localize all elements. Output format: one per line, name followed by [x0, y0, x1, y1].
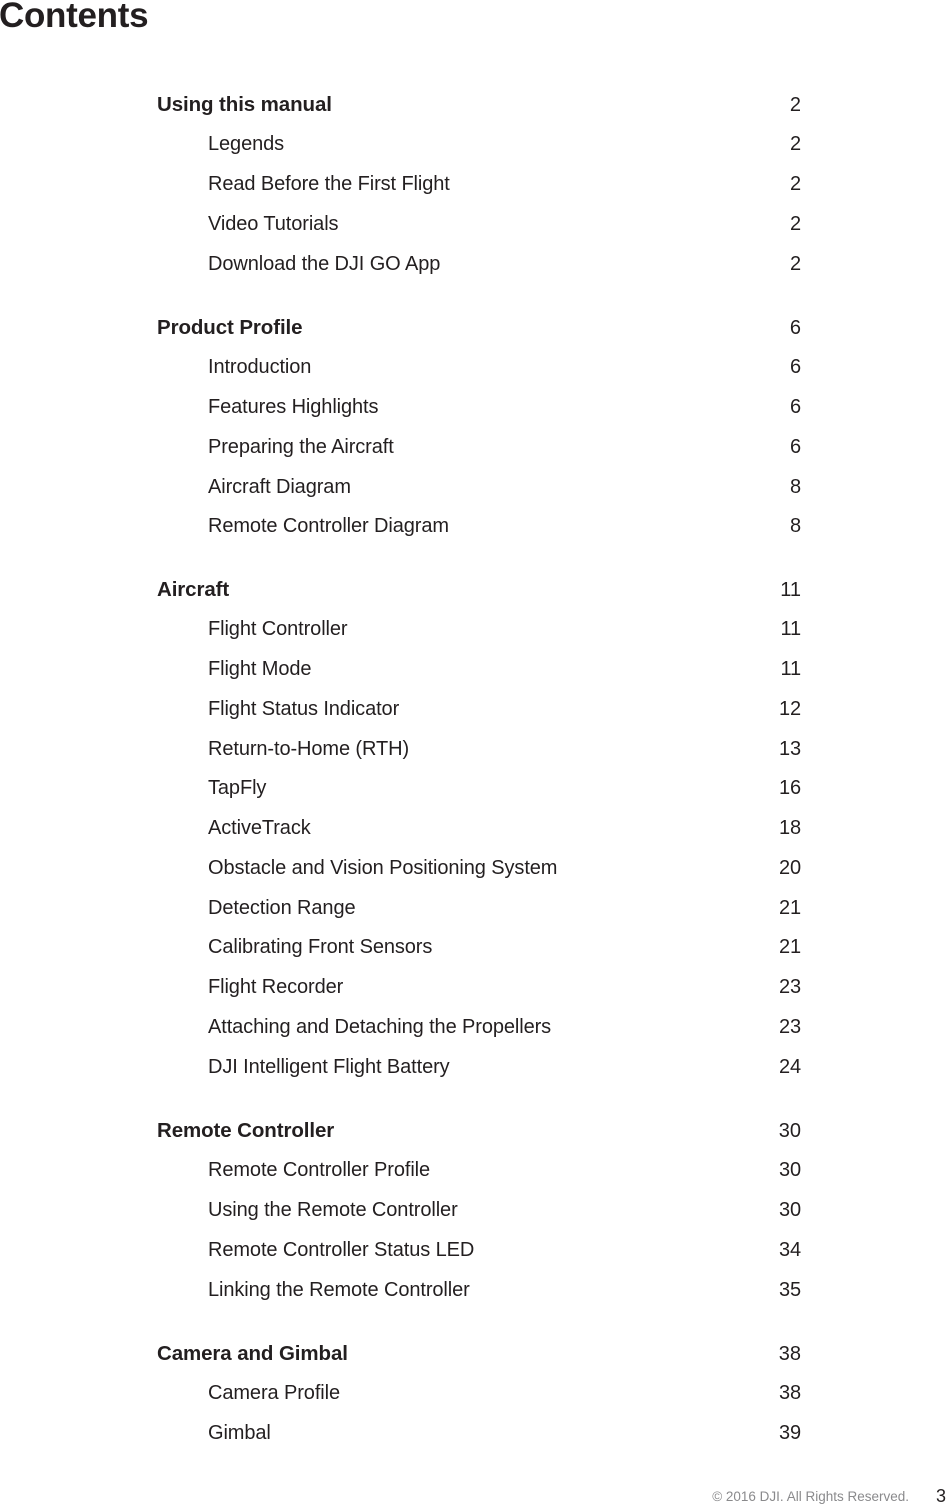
toc-entry-title: Camera Profile [208, 1382, 340, 1405]
toc-section-page: 11 [780, 578, 801, 601]
toc-entry-page: 30 [778, 1159, 801, 1182]
toc-entry[interactable]: Camera Profile 38 [208, 1380, 801, 1408]
toc-entry[interactable]: Flight Controller 11 [208, 616, 801, 644]
page-number: 3 [935, 1486, 946, 1506]
toc-entry-title: Flight Mode [208, 658, 312, 680]
toc-entry-title: Legends [208, 133, 285, 156]
toc-entry-page: 38 [778, 1382, 801, 1405]
toc-section-title: Camera and Gimbal [157, 1342, 348, 1365]
toc-section-page: 6 [789, 316, 801, 339]
toc-entry[interactable]: Remote Controller Status LED 34 [208, 1236, 801, 1264]
toc-entry-page: 6 [789, 396, 801, 418]
toc-entry-title: Flight Controller [208, 618, 348, 641]
toc-entry-page: 21 [778, 896, 801, 919]
toc-entry[interactable]: Aircraft Diagram 8 [208, 473, 801, 501]
toc-entry-page: 39 [778, 1422, 801, 1444]
toc-entry[interactable]: Detection Range 21 [208, 894, 801, 922]
toc-section-page: 38 [778, 1342, 801, 1365]
toc-entry[interactable]: Legends 2 [208, 131, 801, 159]
toc-entry-title: Gimbal [208, 1422, 271, 1444]
toc-entry-page: 30 [778, 1199, 801, 1221]
toc-entry-page: 6 [789, 356, 801, 379]
toc-entry-title: Return-to-Home (RTH) [208, 737, 409, 760]
toc-entry-title: Calibrating Front Sensors [208, 936, 433, 959]
toc-section-page: 30 [778, 1119, 801, 1142]
toc-section-title: Aircraft [157, 578, 230, 601]
toc-entry-title: Flight Status Indicator [208, 697, 400, 720]
toc-entry-title: Aircraft Diagram [208, 475, 351, 498]
toc-entry[interactable]: Linking the Remote Controller 35 [208, 1276, 801, 1304]
toc-section[interactable]: Aircraft 11 [157, 576, 801, 604]
toc-entry[interactable]: Features Highlights 6 [208, 394, 801, 422]
toc-entry-title: Preparing the Aircraft [208, 435, 394, 458]
toc-entry[interactable]: Read Before the First Flight 2 [208, 171, 801, 199]
toc-entry-title: Introduction [208, 356, 312, 379]
toc-entry-page: 2 [789, 252, 801, 275]
toc-entry-page: 12 [778, 697, 801, 720]
toc-entry-page: 2 [789, 133, 801, 156]
toc-entry[interactable]: Flight Mode 11 [208, 656, 801, 684]
toc-entry-title: Using the Remote Controller [208, 1199, 458, 1221]
toc-entry[interactable]: Return-to-Home (RTH) 13 [208, 735, 801, 763]
toc-entry-title: DJI Intelligent Flight Battery [208, 1055, 450, 1078]
toc-entry-title: Features Highlights [208, 396, 379, 418]
toc-entry-page: 16 [778, 777, 801, 800]
toc-entry[interactable]: Download the DJI GO App 2 [208, 250, 801, 278]
toc-entry-title: Remote Controller Diagram [208, 515, 449, 538]
toc-entry-title: Linking the Remote Controller [208, 1278, 470, 1301]
toc-entry-page: 23 [778, 976, 801, 998]
toc-entry[interactable]: Remote Controller Profile 30 [208, 1157, 801, 1185]
toc-entry[interactable]: DJI Intelligent Flight Battery 24 [208, 1053, 801, 1081]
toc-entry-title: ActiveTrack [208, 817, 311, 839]
toc-entry[interactable]: ActiveTrack 18 [208, 815, 801, 843]
toc-section[interactable]: Product Profile 6 [157, 314, 801, 342]
toc-entry-title: Detection Range [208, 896, 356, 919]
toc-entry-page: 2 [789, 212, 801, 235]
toc-entry-page: 21 [778, 936, 801, 959]
toc-entry[interactable]: Calibrating Front Sensors 21 [208, 934, 801, 962]
toc-entry-page: 8 [789, 515, 801, 538]
toc-entry[interactable]: Flight Status Indicator 12 [208, 695, 801, 723]
toc-entry-page: 34 [778, 1238, 801, 1261]
toc-entry[interactable]: Preparing the Aircraft 6 [208, 433, 801, 461]
toc-entry-page: 2 [789, 173, 801, 195]
toc-entry-page: 11 [780, 618, 801, 641]
toc-entry-title: Download the DJI GO App [208, 252, 441, 275]
toc-entry-title: Video Tutorials [208, 212, 339, 235]
toc-entry-title: Read Before the First Flight [208, 173, 450, 195]
toc-entry[interactable]: Obstacle and Vision Positioning System 20 [208, 854, 801, 882]
toc-entry[interactable]: Remote Controller Diagram 8 [208, 513, 801, 541]
toc-section[interactable]: Using this manual 2 [157, 91, 801, 119]
copyright-notice: © 2016 DJI. All Rights Reserved. [712, 1489, 909, 1504]
toc-section-title: Using this manual [157, 93, 332, 116]
toc-entry-page: 18 [778, 817, 801, 839]
toc-entry-title: Flight Recorder [208, 976, 344, 998]
toc-entry-page: 24 [778, 1055, 801, 1078]
toc-entry-page: 20 [778, 856, 801, 879]
toc-entry[interactable]: Introduction 6 [208, 354, 801, 382]
toc-entry-page: 11 [780, 658, 801, 680]
toc-section[interactable]: Remote Controller 30 [157, 1117, 801, 1145]
toc-entry[interactable]: Attaching and Detaching the Propellers 23 [208, 1013, 801, 1041]
toc-entry-page: 8 [789, 475, 801, 498]
toc-entry[interactable]: Using the Remote Controller 30 [208, 1197, 801, 1225]
toc-entry-page: 6 [789, 435, 801, 458]
toc-entry[interactable]: Flight Recorder 23 [208, 974, 801, 1002]
toc-section[interactable]: Camera and Gimbal 38 [157, 1340, 801, 1368]
toc-section-title: Remote Controller [157, 1119, 335, 1142]
toc-entry[interactable]: Gimbal 39 [208, 1420, 801, 1448]
toc-entry-title: Remote Controller Status LED [208, 1238, 475, 1261]
toc-entry-title: Remote Controller Profile [208, 1159, 431, 1182]
toc-entry-title: Attaching and Detaching the Propellers [208, 1015, 552, 1038]
toc-entry-page: 23 [778, 1015, 801, 1038]
page-title: Contents [0, 0, 149, 35]
toc-entry-title: Obstacle and Vision Positioning System [208, 856, 558, 879]
toc-section-title: Product Profile [157, 316, 303, 339]
toc-entry-title: TapFly [208, 777, 267, 800]
toc-entry[interactable]: TapFly 16 [208, 775, 801, 803]
toc-section-page: 2 [789, 93, 801, 116]
toc-entry-page: 13 [778, 737, 801, 760]
toc-entry-page: 35 [778, 1278, 801, 1301]
toc-entry[interactable]: Video Tutorials 2 [208, 210, 801, 238]
